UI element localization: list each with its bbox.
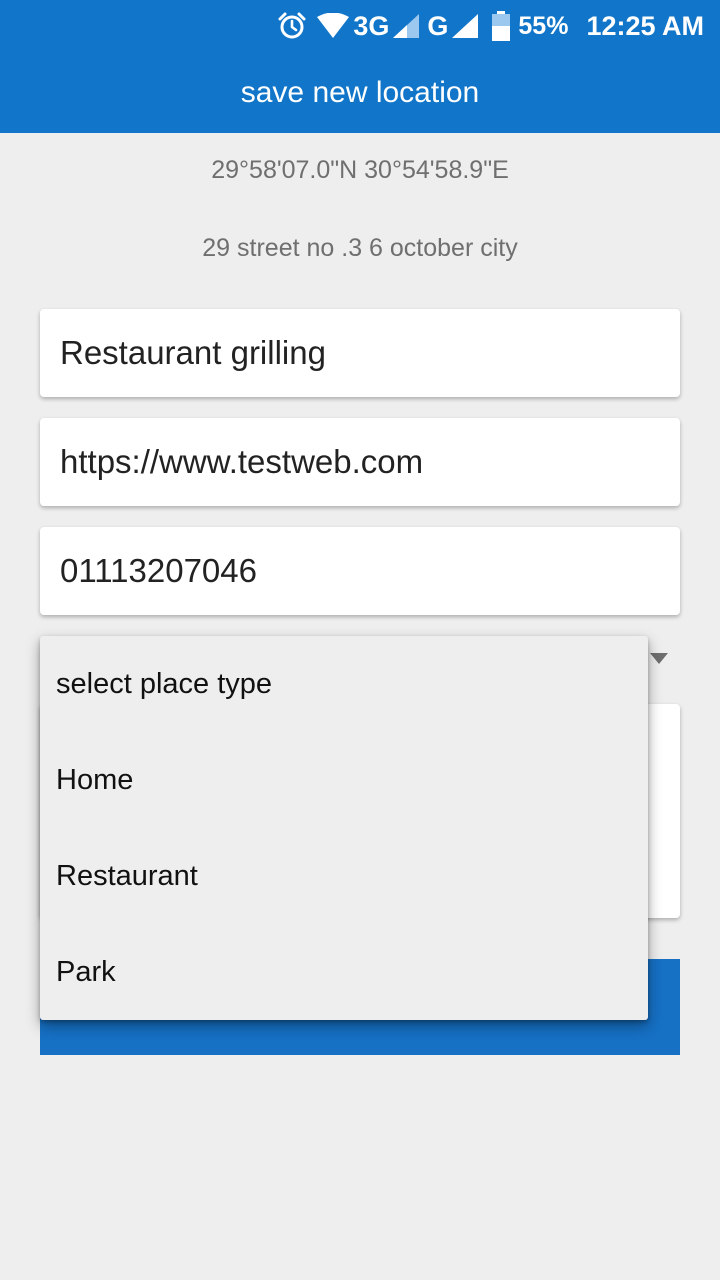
status-icons: 3G G 55% 12:25 AM: [277, 8, 704, 44]
address-text: 29 street no .3 6 october city: [202, 234, 518, 262]
phone-value: 01113207046: [60, 552, 257, 589]
clock: 12:25 AM: [586, 10, 704, 41]
alarm-icon: [277, 11, 307, 41]
website-field[interactable]: https://www.testweb.com: [40, 418, 680, 506]
website-value: https://www.testweb.com: [60, 443, 424, 480]
place-name-value: Restaurant grilling: [60, 334, 326, 371]
wifi-icon: [317, 13, 350, 39]
chevron-down-icon[interactable]: [650, 653, 668, 664]
dropdown-option-placeholder[interactable]: select place type: [40, 636, 648, 732]
dropdown-option-restaurant[interactable]: Restaurant: [40, 828, 648, 924]
app-bar: save new location: [0, 52, 720, 133]
battery-percent: 55%: [518, 11, 569, 40]
status-bar: 3G G 55% 12:25 AM: [0, 0, 720, 52]
signal-icon: [393, 14, 420, 38]
page-title: save new location: [240, 75, 480, 109]
dropdown-option-park[interactable]: Park: [40, 924, 648, 1020]
network-g-label: G: [427, 10, 449, 41]
battery-icon: [492, 11, 511, 41]
phone-field[interactable]: 01113207046: [40, 527, 680, 615]
place-name-field[interactable]: Restaurant grilling: [40, 309, 680, 397]
dropdown-option-home[interactable]: Home: [40, 732, 648, 828]
network-3g-label: 3G: [353, 10, 390, 41]
coordinates-text: 29°58'07.0"N 30°54'58.9"E: [211, 156, 509, 184]
signal-icon: [452, 14, 479, 38]
place-type-dropdown[interactable]: select place type Home Restaurant Park: [40, 636, 648, 1020]
